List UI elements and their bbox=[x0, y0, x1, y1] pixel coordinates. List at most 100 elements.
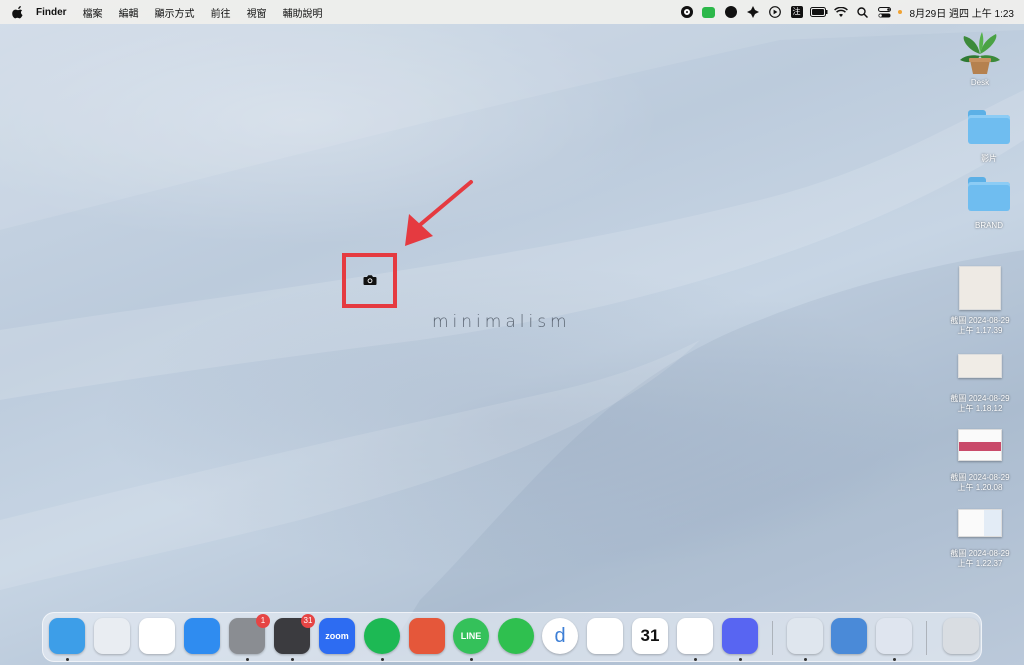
finder-icon[interactable] bbox=[49, 618, 85, 654]
running-indicator bbox=[803, 658, 807, 661]
notification-badge: 31 bbox=[301, 614, 315, 628]
zoom-glyph: zoom bbox=[325, 631, 349, 641]
finder-glyph bbox=[49, 618, 85, 654]
affinity-icon[interactable] bbox=[677, 618, 713, 654]
timing-icon[interactable] bbox=[587, 618, 623, 654]
record-icon[interactable] bbox=[676, 0, 698, 24]
chrome-glyph bbox=[139, 618, 175, 654]
line-app-icon[interactable]: LINE bbox=[453, 618, 489, 654]
apple-menu-icon[interactable] bbox=[12, 5, 24, 19]
menu-clock[interactable]: 8月29日 週四 上午 1:23 bbox=[904, 5, 1014, 20]
scatter-app-glyph bbox=[409, 618, 445, 654]
wifi-icon[interactable] bbox=[830, 0, 852, 24]
desktop-item-label: Desk bbox=[970, 78, 990, 87]
menu-go[interactable]: 前往 bbox=[203, 5, 239, 20]
line-app-glyph: LINE bbox=[460, 631, 482, 641]
desktop-wallpaper bbox=[0, 0, 1024, 665]
running-indicator bbox=[65, 658, 69, 661]
plant-icon bbox=[960, 32, 1000, 74]
desktop-item-desk[interactable]: Desk bbox=[935, 30, 1024, 88]
desktop-item-label-line1: 截圖 2024-08-29 bbox=[950, 316, 1010, 325]
desktop-item-label-line1: 截圖 2024-08-29 bbox=[950, 549, 1010, 558]
app-store-glyph bbox=[184, 618, 220, 654]
dock-separator bbox=[926, 621, 927, 655]
search-icon[interactable] bbox=[852, 0, 874, 24]
screenshot-thumbnail bbox=[959, 266, 1001, 310]
app-store-icon[interactable] bbox=[184, 618, 220, 654]
desktop-item-screenshot-1[interactable]: 截圖 2024-08-29 上午 1.17.39 bbox=[935, 266, 1024, 336]
running-indicator bbox=[380, 658, 384, 661]
control-center-icon[interactable] bbox=[874, 0, 896, 24]
spotify-icon[interactable] bbox=[364, 618, 400, 654]
menu-app-finder[interactable]: Finder bbox=[36, 7, 75, 18]
menu-window[interactable]: 視窗 bbox=[239, 5, 275, 20]
desktop-item-label-line2: 上午 1.20.08 bbox=[957, 483, 1003, 492]
scatter-icon[interactable] bbox=[742, 0, 764, 24]
preview-glyph bbox=[787, 618, 823, 654]
desktop-item-brand-folder[interactable]: BRAND bbox=[944, 177, 1024, 231]
pastebot-icon[interactable] bbox=[720, 0, 742, 24]
input-method-icon[interactable]: 注 bbox=[786, 0, 808, 24]
desktop-item-screenshot-4[interactable]: 截圖 2024-08-29 上午 1.22.37 bbox=[935, 509, 1024, 569]
dict-glyph: d bbox=[554, 624, 566, 647]
desktop-item-screenshot-2[interactable]: 截圖 2024-08-29 上午 1.18.12 bbox=[935, 354, 1024, 414]
running-indicator bbox=[738, 658, 742, 661]
folder-icon bbox=[968, 177, 1010, 211]
menu-edit[interactable]: 編輯 bbox=[111, 5, 147, 20]
desktop-item-label-line2: 上午 1.17.39 bbox=[957, 326, 1003, 335]
desktop-item-screenshot-3[interactable]: 截圖 2024-08-29 上午 1.20.08 bbox=[935, 429, 1024, 493]
preview-icon[interactable] bbox=[787, 618, 823, 654]
screenshot-app-glyph bbox=[831, 618, 867, 654]
notification-badge: 1 bbox=[256, 614, 270, 628]
screenshot-thumbnail bbox=[958, 429, 1002, 461]
desktop-item-label-line2: 上午 1.18.12 bbox=[957, 404, 1003, 413]
desktop-item-label: BRAND bbox=[974, 221, 1003, 230]
discord-icon[interactable] bbox=[722, 618, 758, 654]
scatter-app-icon[interactable] bbox=[409, 618, 445, 654]
desktop-item-label-line2: 上午 1.22.37 bbox=[957, 559, 1003, 568]
system-settings-icon[interactable]: 1 bbox=[229, 614, 270, 654]
desktop-item-movies-folder[interactable]: 影片 bbox=[944, 110, 1024, 164]
wechat-glyph bbox=[498, 618, 534, 654]
line-icon[interactable] bbox=[698, 0, 720, 24]
desktop-item-label-line1: 截圖 2024-08-29 bbox=[950, 394, 1010, 403]
dict-icon[interactable]: d bbox=[542, 618, 578, 654]
chrome-icon[interactable] bbox=[139, 618, 175, 654]
camera-icon[interactable] bbox=[363, 274, 377, 286]
play-icon[interactable] bbox=[764, 0, 786, 24]
menu-help[interactable]: 輔助說明 bbox=[275, 5, 331, 20]
running-indicator bbox=[469, 658, 473, 661]
discord-glyph bbox=[722, 618, 758, 654]
wallpaper-text: minimalism bbox=[432, 312, 571, 332]
menu-file[interactable]: 檔案 bbox=[75, 5, 111, 20]
wallpaper-waves bbox=[0, 0, 1024, 665]
annotation-arrow bbox=[405, 180, 473, 246]
trash-icon[interactable] bbox=[943, 618, 979, 654]
menu-bar: Finder 檔案 編輯 顯示方式 前往 視窗 輔助說明 注 8月29日 週四 bbox=[0, 0, 1024, 24]
running-indicator bbox=[290, 658, 294, 661]
screenshot-thumbnail bbox=[958, 509, 1002, 537]
calendar-icon[interactable]: 31 bbox=[632, 618, 668, 654]
menu-view[interactable]: 顯示方式 bbox=[147, 5, 203, 20]
launchpad-icon[interactable] bbox=[94, 618, 130, 654]
screenshot-app-icon[interactable] bbox=[831, 618, 867, 654]
wechat-icon[interactable] bbox=[498, 618, 534, 654]
trash-glyph bbox=[943, 618, 979, 654]
setapp-icon[interactable]: 31 bbox=[274, 614, 315, 654]
battery-icon[interactable] bbox=[808, 0, 830, 24]
calendar-glyph: 31 bbox=[640, 626, 660, 645]
zoom-icon[interactable]: zoom bbox=[319, 618, 355, 654]
desktop-item-label: 影片 bbox=[981, 154, 997, 163]
1password-glyph bbox=[876, 618, 912, 654]
notification-dot bbox=[897, 10, 902, 14]
running-indicator bbox=[245, 658, 249, 661]
spotify-glyph bbox=[364, 618, 400, 654]
1password-icon[interactable] bbox=[876, 618, 912, 654]
desktop-item-label-line1: 截圖 2024-08-29 bbox=[950, 473, 1010, 482]
folder-icon bbox=[968, 110, 1010, 144]
screenshot-thumbnail bbox=[958, 354, 1002, 378]
affinity-glyph bbox=[677, 618, 713, 654]
running-indicator bbox=[892, 658, 896, 661]
timing-glyph bbox=[587, 618, 623, 654]
running-indicator bbox=[693, 658, 697, 661]
